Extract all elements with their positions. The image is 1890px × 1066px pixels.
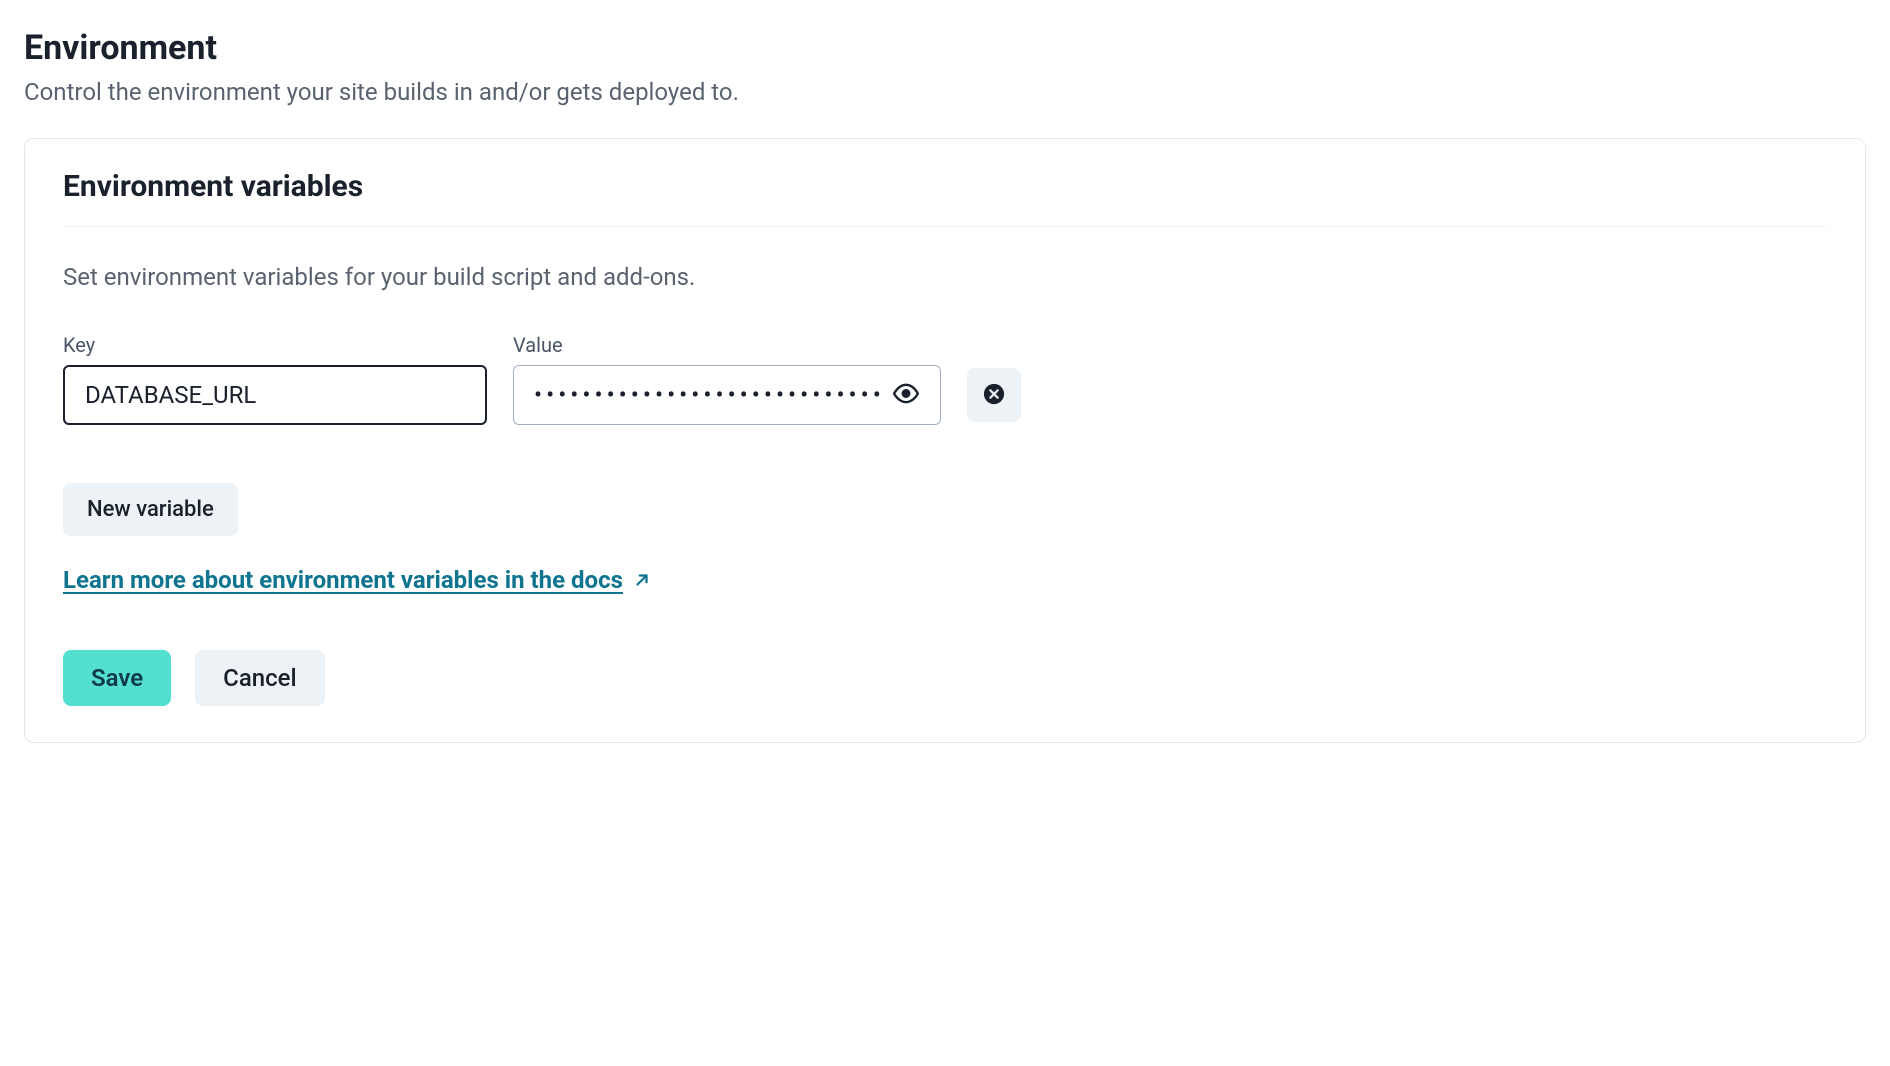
external-link-icon [633, 571, 651, 589]
value-field-group: Value [513, 333, 941, 425]
toggle-visibility-button[interactable] [889, 377, 923, 414]
save-button[interactable]: Save [63, 650, 171, 706]
new-variable-button[interactable]: New variable [63, 483, 238, 536]
card-title: Environment variables [63, 169, 1827, 227]
variable-row: Key Value [63, 333, 1827, 425]
page-title: Environment [24, 28, 1866, 68]
eye-icon [893, 381, 919, 410]
cancel-button[interactable]: Cancel [195, 650, 324, 706]
value-label: Value [513, 333, 941, 357]
value-input[interactable] [513, 365, 941, 425]
delete-variable-button[interactable] [967, 368, 1021, 422]
env-variables-card: Environment variables Set environment va… [24, 138, 1866, 743]
key-field-group: Key [63, 333, 487, 425]
key-input[interactable] [63, 365, 487, 425]
action-buttons: Save Cancel [63, 650, 1827, 706]
page-subtitle: Control the environment your site builds… [24, 78, 1866, 106]
docs-link[interactable]: Learn more about environment variables i… [63, 566, 651, 594]
value-input-wrapper [513, 365, 941, 425]
key-label: Key [63, 333, 487, 357]
docs-link-label: Learn more about environment variables i… [63, 566, 623, 594]
x-circle-icon [983, 383, 1005, 408]
card-description: Set environment variables for your build… [63, 263, 1827, 291]
